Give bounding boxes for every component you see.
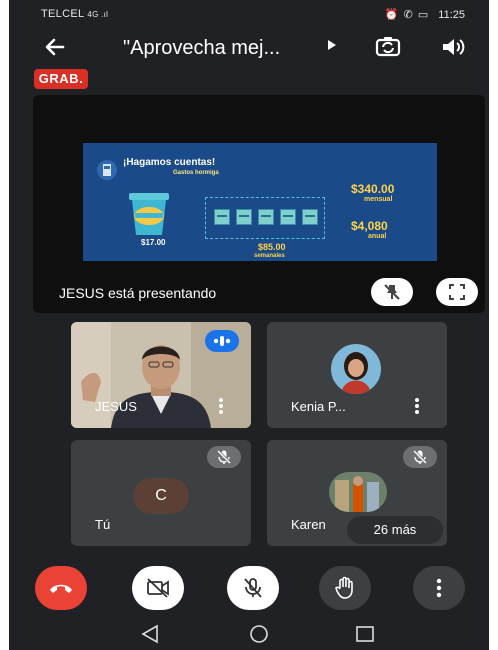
fullscreen-button[interactable] (436, 278, 478, 306)
more-options-icon (436, 578, 442, 598)
signal-icon: 4G .ıl (87, 10, 109, 19)
avatar (331, 344, 381, 394)
meeting-title[interactable]: "Aprovecha mej... (123, 37, 280, 60)
status-icons: ⏰ ✆ ▭ (384, 9, 430, 21)
slide-subheading: Gastos hormiga (173, 170, 219, 176)
play-icon[interactable] (327, 39, 337, 54)
raise-hand-button[interactable] (319, 566, 371, 610)
coin-icon (214, 209, 230, 225)
presentation-tile[interactable]: ¡Hagamos cuentas! Gastos hormiga $17.00 … (33, 95, 485, 313)
status-bar: TELCEL 4G .ıl ⏰ ✆ ▭ 11:25 (9, 0, 489, 30)
yearly-amount: $4,080 (351, 219, 388, 233)
system-nav-bar (9, 618, 489, 650)
participant-name: JESUS (95, 399, 137, 414)
shared-slide: ¡Hagamos cuentas! Gastos hormiga $17.00 … (83, 143, 437, 261)
status-right: ⏰ ✆ ▭ 11:25 (385, 8, 465, 21)
cup-price: $17.00 (141, 238, 166, 247)
coin-icon (280, 209, 296, 225)
recording-badge: GRAB. (34, 69, 88, 89)
yearly-label: anual (368, 233, 387, 240)
participant-name: Tú (95, 517, 111, 532)
calculator-icon (97, 159, 117, 186)
switch-camera-icon[interactable] (373, 32, 403, 67)
mic-off-icon (412, 449, 428, 465)
speaking-indicator (205, 330, 239, 352)
mic-toggle-button[interactable] (227, 566, 279, 610)
avatar (329, 472, 387, 512)
presenting-label: JESUS está presentando (59, 285, 217, 301)
avatar: C (133, 478, 189, 514)
call-controls (9, 558, 489, 618)
audio-wave-icon (213, 336, 231, 346)
unpin-icon (384, 284, 400, 300)
monthly-label: mensual (364, 196, 393, 203)
coin-icon (258, 209, 274, 225)
weekly-label: semanales (254, 253, 285, 259)
more-vert-icon[interactable] (415, 398, 419, 416)
participant-name: Karen (291, 517, 326, 532)
coffee-cup-icon (127, 191, 171, 242)
muted-indicator (207, 446, 241, 468)
phone-screen: TELCEL 4G .ıl ⏰ ✆ ▭ 11:25 "Aprovecha mej… (9, 0, 489, 650)
monthly-amount: $340.00 (351, 182, 395, 196)
camera-toggle-button[interactable] (132, 566, 184, 610)
weekly-amount: $85.00 (258, 242, 286, 252)
more-vert-icon[interactable] (219, 398, 223, 416)
mic-off-icon (244, 578, 262, 598)
participant-tile-self[interactable]: C Tú (71, 440, 251, 546)
unpin-button[interactable] (371, 278, 413, 306)
mic-off-icon (216, 449, 232, 465)
participant-tile-kenia[interactable]: Kenia P... (267, 322, 447, 428)
slide-heading: ¡Hagamos cuentas! (123, 157, 216, 168)
nav-back-icon[interactable] (140, 624, 162, 649)
call-header: "Aprovecha mej... (9, 30, 489, 70)
clock: 11:25 (438, 9, 465, 21)
nav-home-icon[interactable] (248, 624, 270, 649)
raise-hand-icon (335, 576, 353, 599)
end-call-icon (50, 584, 72, 593)
coin-icon (236, 209, 252, 225)
nav-recents-icon[interactable] (354, 624, 376, 649)
coin-icon (302, 209, 318, 225)
arrow-back-icon[interactable] (43, 32, 67, 68)
end-call-button[interactable] (35, 566, 87, 610)
participant-tile-jesus[interactable]: JESUS (71, 322, 251, 428)
more-options-button[interactable] (413, 566, 465, 610)
more-participants-chip[interactable]: 26 más (347, 516, 443, 544)
speaker-icon[interactable] (439, 33, 467, 66)
muted-indicator (403, 446, 437, 468)
fullscreen-icon (449, 284, 465, 300)
participant-name: Kenia P... (291, 399, 346, 414)
camera-off-icon (147, 578, 169, 598)
coins-group (205, 197, 325, 239)
carrier-name: TELCEL 4G .ıl (41, 8, 109, 20)
